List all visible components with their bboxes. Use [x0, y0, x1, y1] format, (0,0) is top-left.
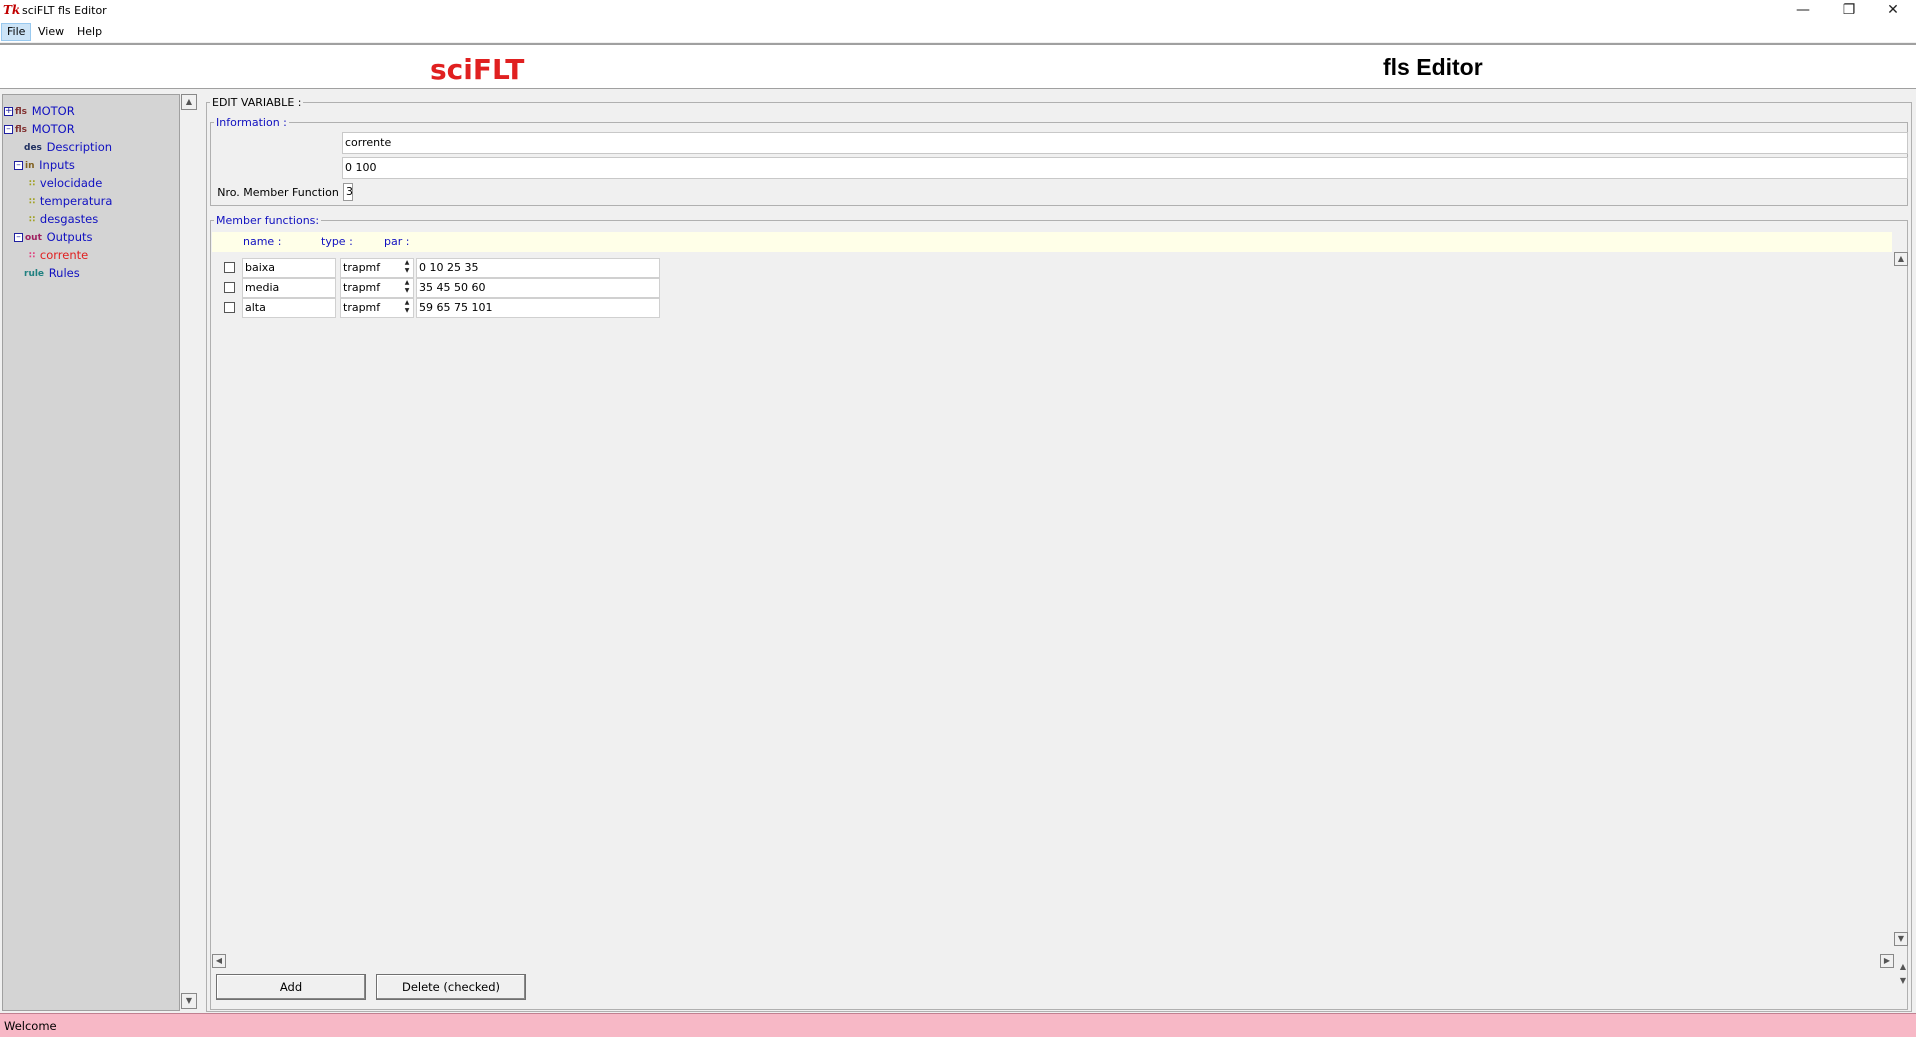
tree-node-motor-1[interactable]: + fls MOTOR — [4, 102, 75, 120]
panel-resize-arrows[interactable]: ▲ ▼ — [1896, 960, 1910, 990]
variable-icon: ∷ — [29, 178, 36, 189]
collapse-icon[interactable]: – — [14, 233, 23, 242]
scroll-left-icon[interactable]: ◀ — [212, 954, 226, 968]
tree-node-label: velocidade — [39, 176, 103, 190]
information-title: Information : — [214, 116, 289, 129]
mf-name-field[interactable]: baixa — [242, 258, 336, 278]
variable-icon: ∷ — [29, 196, 36, 207]
menu-help[interactable]: Help — [72, 23, 107, 41]
restore-icon[interactable]: ❐ — [1826, 0, 1872, 22]
mf-type-value: trapmf — [343, 261, 381, 274]
mf-type-spinbox[interactable]: trapmf ▲ ▼ — [340, 298, 414, 318]
mf-type-value: trapmf — [343, 281, 381, 294]
tree-node-rules[interactable]: rule Rules — [24, 264, 80, 282]
tree-node-label: MOTOR — [31, 122, 75, 136]
spinner-arrows-icon[interactable]: ▲ ▼ — [402, 279, 412, 297]
scilft-logo: sciFLT — [430, 53, 525, 86]
tree-node-corrente[interactable]: ∷ corrente — [29, 246, 88, 264]
tk-app-icon: Tk — [3, 3, 21, 17]
tree-node-label: corrente — [39, 248, 89, 262]
menu-bar: File View Help — [0, 22, 1916, 42]
collapse-icon[interactable]: – — [14, 161, 23, 170]
tree-node-label: Inputs — [39, 158, 75, 172]
mf-type-spinbox[interactable]: trapmf ▲ ▼ — [340, 278, 414, 298]
row-checkbox[interactable] — [224, 262, 235, 273]
title-bar: Tk sciFLT fls Editor — ❐ ✕ — [0, 0, 1916, 22]
edit-variable-panel: EDIT VARIABLE : Information : name : cor… — [204, 94, 1914, 1012]
scroll-down-icon[interactable]: ▼ — [181, 993, 197, 1009]
tree-node-outputs[interactable]: – out Outputs — [14, 228, 93, 246]
tree-node-label: Outputs — [46, 230, 93, 244]
mf-par-field[interactable]: 0 10 25 35 — [416, 258, 660, 278]
header-type: type : — [321, 235, 353, 248]
nro-member-function-field[interactable]: 3 — [343, 183, 353, 201]
window-title: sciFLT fls Editor — [22, 4, 107, 17]
table-row: alta trapmf ▲ ▼ 59 65 75 101 — [212, 298, 862, 318]
add-button[interactable]: Add — [216, 974, 366, 1000]
member-list-vscrollbar[interactable]: ▲ ▼ — [1894, 252, 1910, 952]
mf-type-value: trapmf — [343, 301, 381, 314]
mf-name-field[interactable]: alta — [242, 298, 336, 318]
variable-icon: ∷ — [29, 214, 36, 225]
table-row: baixa trapmf ▲ ▼ 0 10 25 35 — [212, 258, 862, 278]
tree-scrollbar[interactable]: ▲ ▼ — [180, 94, 198, 1011]
tree-node-description[interactable]: des Description — [24, 138, 112, 156]
scroll-up-icon[interactable]: ▲ — [1894, 252, 1908, 266]
tree-node-temperatura[interactable]: ∷ temperatura — [29, 192, 112, 210]
status-bar: Welcome — [0, 1013, 1916, 1037]
member-functions-group — [210, 220, 1908, 1010]
mf-type-spinbox[interactable]: trapmf ▲ ▼ — [340, 258, 414, 278]
tree-node-label: desgastes — [39, 212, 99, 226]
outputs-icon: out — [25, 232, 42, 243]
inputs-icon: in — [25, 160, 35, 171]
nro-member-function-label: Nro. Member Function : — [217, 186, 346, 199]
status-text: Welcome — [4, 1019, 57, 1033]
rules-icon: rule — [24, 268, 45, 279]
tree-node-motor-2[interactable]: – fls MOTOR — [4, 120, 75, 138]
mf-name-field[interactable]: media — [242, 278, 336, 298]
minimize-icon[interactable]: — — [1780, 0, 1826, 22]
menu-view[interactable]: View — [33, 23, 69, 41]
scroll-down-icon[interactable]: ▼ — [1894, 932, 1908, 946]
mf-par-field[interactable]: 59 65 75 101 — [416, 298, 660, 318]
banner: sciFLT fls Editor — [0, 43, 1916, 89]
range-field[interactable]: 0 100 — [342, 157, 1908, 179]
editor-title: fls Editor — [1383, 54, 1483, 80]
spinner-arrows-icon[interactable]: ▲ ▼ — [402, 259, 412, 277]
row-checkbox[interactable] — [224, 282, 235, 293]
tree-node-inputs[interactable]: – in Inputs — [14, 156, 75, 174]
menu-file[interactable]: File — [1, 23, 32, 41]
spinner-arrows-icon[interactable]: ▲ ▼ — [402, 299, 412, 317]
header-name: name : — [243, 235, 282, 248]
header-par: par : — [384, 235, 410, 248]
edit-variable-title: EDIT VARIABLE : — [210, 96, 304, 109]
tree-node-label: Description — [46, 140, 113, 154]
description-icon: des — [24, 142, 42, 153]
delete-checked-button[interactable]: Delete (checked) — [376, 974, 526, 1000]
fls-icon: fls — [15, 106, 28, 117]
scroll-up-icon[interactable]: ▲ — [181, 94, 197, 110]
tree-node-label: Rules — [48, 266, 80, 280]
member-functions-header: name : type : par : — [212, 232, 1892, 252]
scroll-right-icon[interactable]: ▶ — [1880, 954, 1894, 968]
member-list-hscrollbar[interactable]: ◀ ▶ — [212, 954, 1896, 970]
close-icon[interactable]: ✕ — [1870, 0, 1916, 22]
member-functions-title: Member functions: — [214, 214, 322, 227]
fls-icon: fls — [15, 124, 28, 135]
tree-node-label: temperatura — [39, 194, 113, 208]
name-field[interactable]: corrente — [342, 132, 1908, 154]
tree-node-velocidade[interactable]: ∷ velocidade — [29, 174, 102, 192]
collapse-icon[interactable]: – — [4, 125, 13, 134]
variable-icon: ∷ — [29, 250, 36, 261]
tree-node-desgastes[interactable]: ∷ desgastes — [29, 210, 98, 228]
tree-node-label: MOTOR — [31, 104, 75, 118]
project-tree: + fls MOTOR – fls MOTOR des Description – i… — [2, 94, 180, 1011]
expand-icon[interactable]: + — [4, 107, 13, 116]
table-row: media trapmf ▲ ▼ 35 45 50 60 — [212, 278, 862, 298]
row-checkbox[interactable] — [224, 302, 235, 313]
mf-par-field[interactable]: 35 45 50 60 — [416, 278, 660, 298]
